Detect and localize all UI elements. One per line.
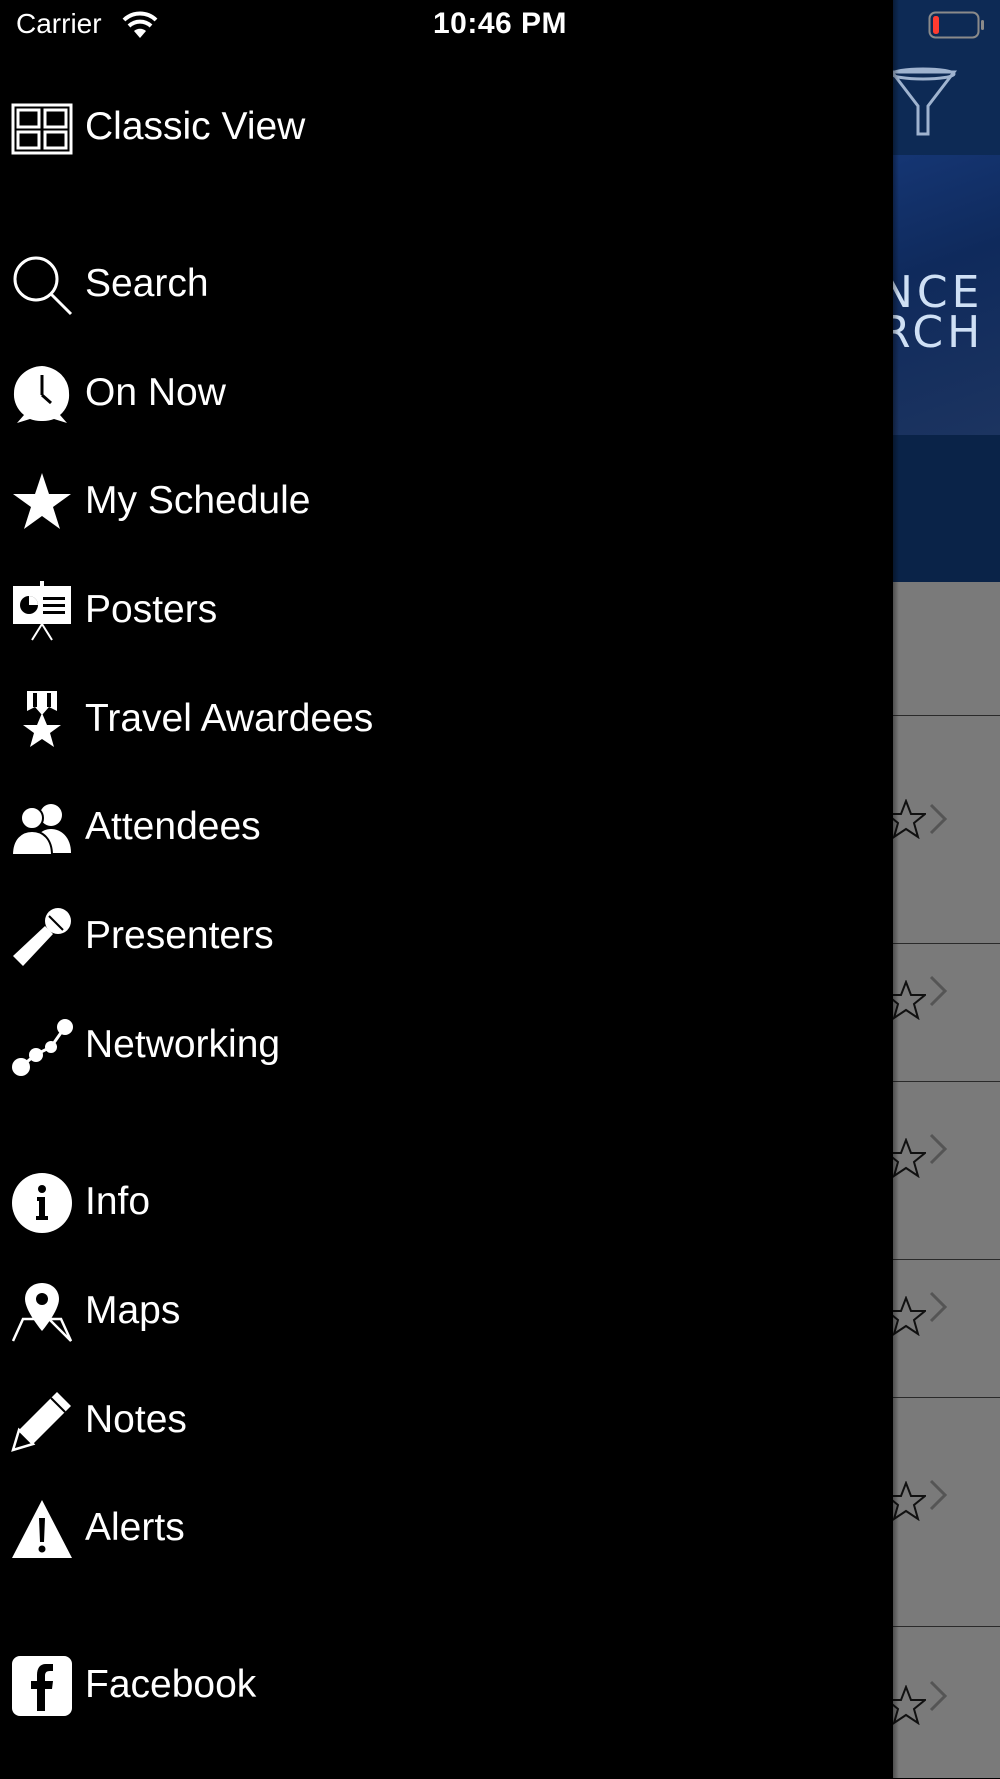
chevron-right-icon [929,1291,948,1323]
search-icon [11,254,73,316]
chevron-right-icon [929,975,948,1007]
side-menu-drawer: Classic View Search On Now My Schedule P… [0,0,893,1778]
clock-icon [11,363,73,425]
menu-item-info[interactable]: Info [0,1152,893,1252]
chevron-right-icon [929,1680,948,1712]
menu-item-networking[interactable]: Networking [0,995,893,1095]
star-icon [11,471,73,533]
people-icon [11,797,73,859]
microphone-icon [11,906,73,968]
menu-item-facebook[interactable]: Facebook [0,1635,893,1735]
poster-board-icon [11,580,73,642]
menu-item-label: Search [85,262,209,305]
grid-icon [11,97,73,159]
menu-item-notes[interactable]: Notes [0,1370,893,1470]
menu-item-label: Classic View [85,105,306,148]
menu-item-label: Maps [85,1289,181,1332]
info-icon [11,1172,73,1234]
menu-item-search[interactable]: Search [0,234,893,334]
menu-item-on-now[interactable]: On Now [0,343,893,443]
map-pin-icon [11,1281,73,1343]
chevron-right-icon [929,1133,948,1165]
alert-triangle-icon [11,1498,73,1560]
menu-item-posters[interactable]: Posters [0,560,893,660]
menu-item-alerts[interactable]: Alerts [0,1478,893,1578]
menu-item-travel-awardees[interactable]: Travel Awardees [0,669,893,769]
menu-item-label: Presenters [85,914,274,957]
status-bar: Carrier 10:46 PM [0,0,1000,50]
battery-icon [928,11,984,39]
menu-item-attendees[interactable]: Attendees [0,777,893,877]
menu-item-presenters[interactable]: Presenters [0,886,893,986]
chevron-right-icon [929,1479,948,1511]
menu-item-classic-view[interactable]: Classic View [0,77,893,177]
menu-item-label: My Schedule [85,479,311,522]
facebook-icon [11,1655,73,1717]
menu-item-label: Alerts [85,1506,185,1549]
menu-item-label: Notes [85,1398,187,1441]
menu-item-label: Networking [85,1023,281,1066]
menu-item-label: Facebook [85,1663,257,1706]
award-ribbon-icon [11,689,73,751]
menu-item-my-schedule[interactable]: My Schedule [0,451,893,551]
menu-item-label: Posters [85,588,218,631]
clock-time: 10:46 PM [432,7,568,40]
menu-item-label: Travel Awardees [85,697,374,740]
menu-item-maps[interactable]: Maps [0,1261,893,1361]
network-nodes-icon [11,1015,73,1077]
menu-item-label: On Now [85,371,226,414]
chevron-right-icon [929,803,948,835]
pencil-icon [11,1390,73,1452]
menu-item-label: Info [85,1180,151,1223]
menu-item-label: Attendees [85,805,261,848]
